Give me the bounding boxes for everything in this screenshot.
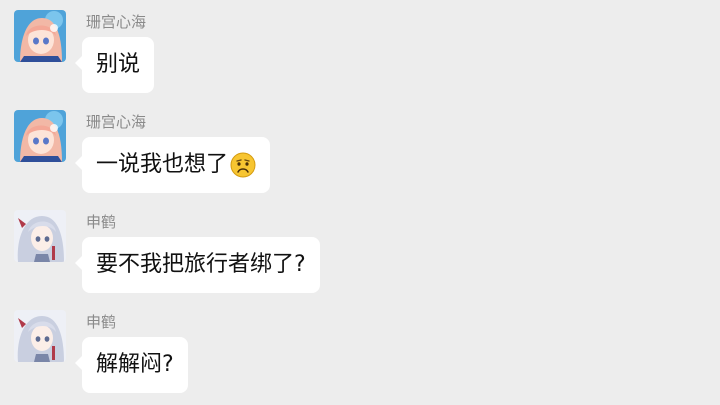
message-text: 别说 <box>96 52 141 77</box>
chat-message-list[interactable]: 珊宫心海 别说 珊宫心海 一说我也想了 申鹤 要不我把旅行者绑了? 申鹤 解解闷… <box>0 0 720 405</box>
message-text: 解解闷? <box>96 352 174 377</box>
message-text: 一说我也想了 <box>96 152 229 177</box>
message-bubble[interactable]: 要不我把旅行者绑了? <box>75 237 320 293</box>
message-bubble[interactable]: 别说 <box>74 37 155 93</box>
message-text: 要不我把旅行者绑了? <box>96 252 306 277</box>
sender-name: 申鹤 <box>86 213 117 231</box>
kokomi-avatar[interactable] <box>14 110 66 162</box>
message-bubble[interactable]: 一说我也想了 <box>74 137 271 193</box>
sender-name: 珊宫心海 <box>86 13 147 31</box>
sender-name: 珊宫心海 <box>86 113 147 131</box>
shenhe-avatar[interactable] <box>14 210 66 262</box>
sad-emoji-icon <box>230 152 256 178</box>
kokomi-avatar[interactable] <box>14 10 66 62</box>
shenhe-avatar[interactable] <box>14 310 66 362</box>
sender-name: 申鹤 <box>86 313 117 331</box>
message-bubble[interactable]: 解解闷? <box>75 337 188 393</box>
